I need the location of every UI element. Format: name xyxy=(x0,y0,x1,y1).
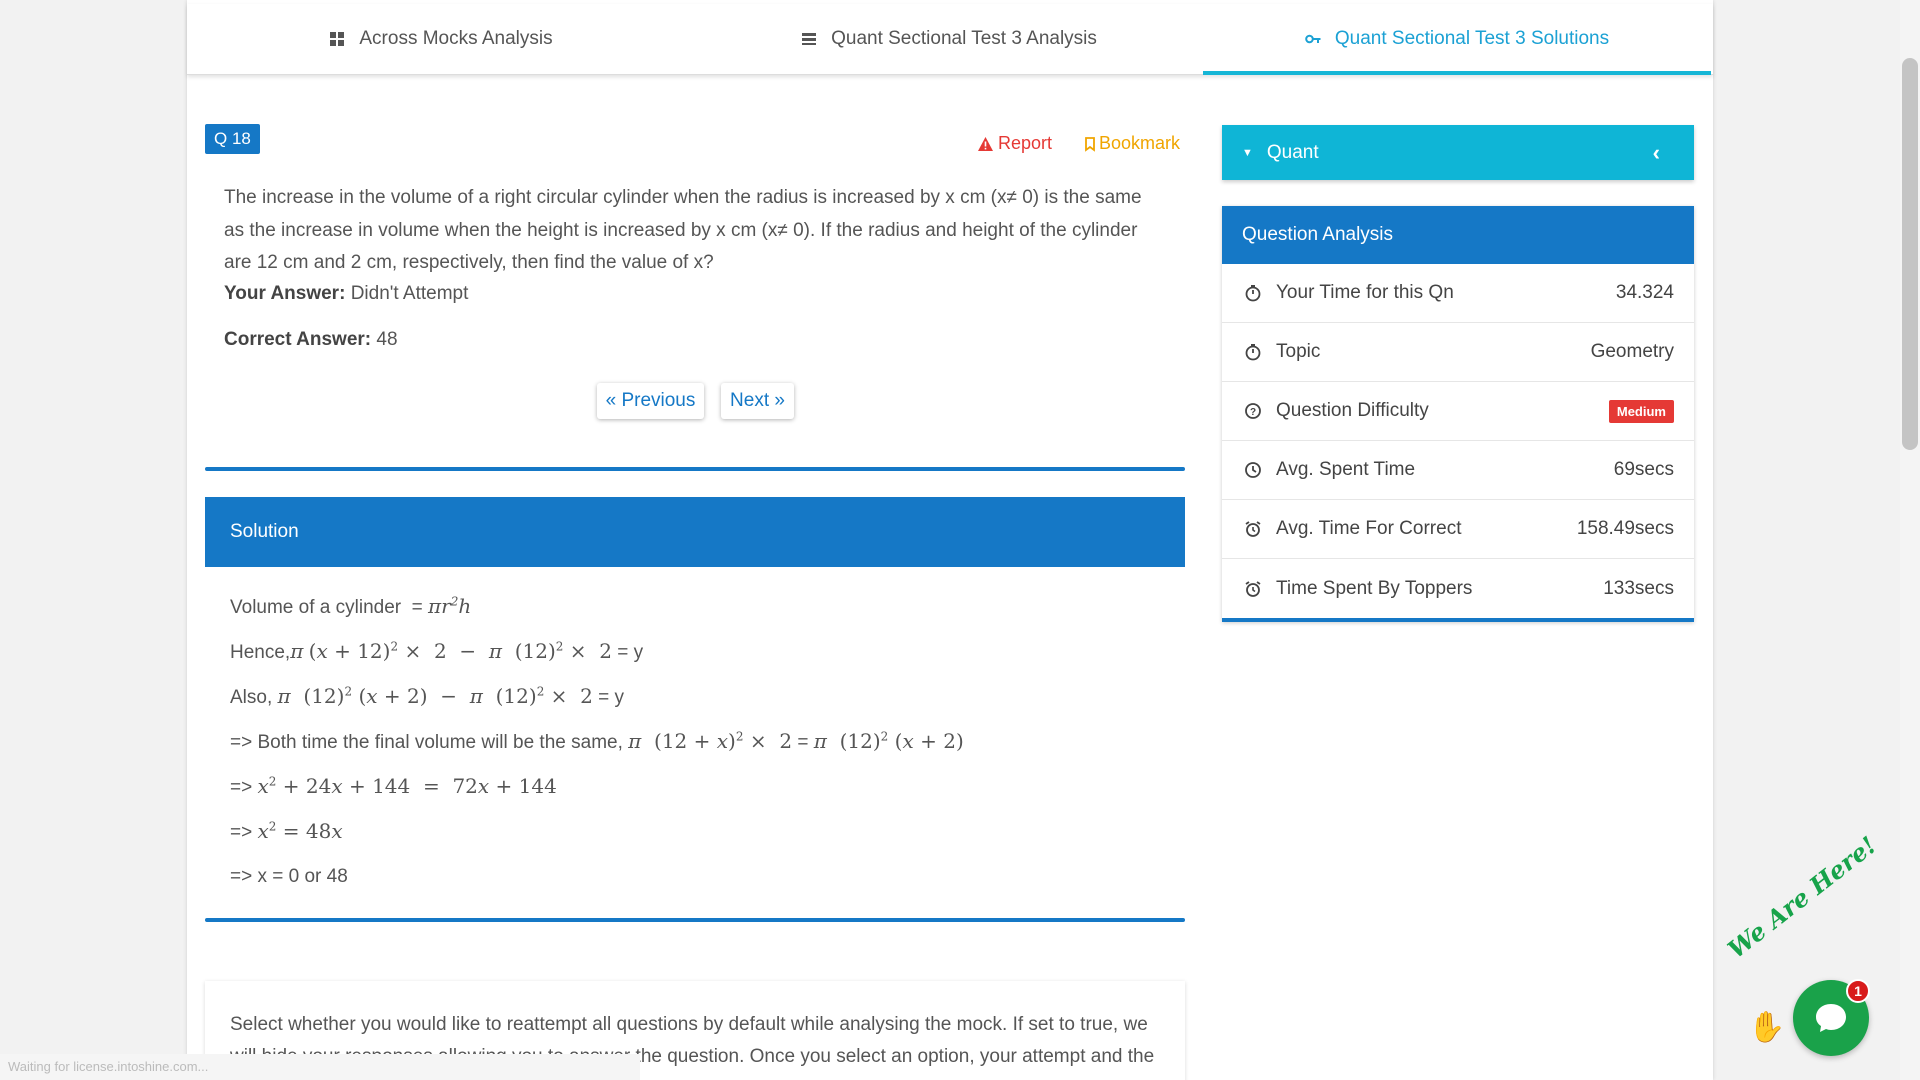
next-button[interactable]: Next » xyxy=(721,383,794,419)
analysis-value: 133secs xyxy=(1603,577,1674,599)
solution-header: Solution xyxy=(205,497,1185,567)
tab-quant-sectional-solutions[interactable]: Quant Sectional Test 3 Solutions xyxy=(1203,4,1711,75)
analysis-value: 69secs xyxy=(1613,459,1674,480)
caret-down-icon: ▼ xyxy=(1242,146,1253,159)
alarm-clock-icon xyxy=(1242,578,1264,600)
key-icon xyxy=(1305,34,1321,44)
solution-line-5: => x2 + 24x + 144 = 72x + 144 xyxy=(230,774,557,798)
correct-answer-value: 48 xyxy=(376,329,398,350)
tab-across-mocks-analysis[interactable]: Across Mocks Analysis xyxy=(187,4,695,74)
difficulty-badge: Medium xyxy=(1608,399,1674,423)
tab-label: Across Mocks Analysis xyxy=(359,28,553,49)
chevron-left-icon[interactable]: ‹ xyxy=(1653,140,1660,166)
analysis-label: Avg. Spent Time xyxy=(1276,459,1416,480)
warning-icon xyxy=(978,136,993,151)
analysis-row-avg-correct: Avg. Time For Correct 158.49secs xyxy=(1222,500,1694,559)
section-label: Quant xyxy=(1266,141,1319,163)
report-label: Report xyxy=(998,133,1053,153)
analysis-label: Your Time for this Qn xyxy=(1276,282,1454,303)
divider xyxy=(205,467,1185,471)
bookmark-label: Bookmark xyxy=(1099,133,1181,153)
divider xyxy=(205,918,1185,922)
solution-line-4: => Both time the final volume will be th… xyxy=(230,729,964,753)
correct-answer-label: Correct Answer: xyxy=(224,329,372,350)
bookmark-icon xyxy=(1085,136,1095,152)
page-container: Across Mocks Analysis Quant Sectional Te… xyxy=(187,0,1713,1080)
analysis-label: Topic xyxy=(1276,341,1321,362)
solution-line-2: Hence,π (x + 12)2 × 2 − π (12)2 × 2 = y xyxy=(230,639,644,663)
analysis-label: Time Spent By Toppers xyxy=(1276,577,1473,599)
analysis-tabs: Across Mocks Analysis Quant Sectional Te… xyxy=(187,4,1713,75)
analysis-value: 34.324 xyxy=(1615,282,1674,303)
analysis-label: Question Difficulty xyxy=(1276,400,1429,421)
question-number-badge: Q 18 xyxy=(205,124,260,154)
chat-notification-badge: 1 xyxy=(1846,979,1870,1003)
question-circle-icon: ? xyxy=(1242,400,1264,422)
chat-bubble-icon xyxy=(1816,1004,1846,1032)
solution-line-6: => x2 = 48x xyxy=(230,819,343,843)
your-answer-label: Your Answer: xyxy=(224,283,346,304)
solution-line-7: => x = 0 or 48 xyxy=(230,866,348,887)
analysis-value: Geometry xyxy=(1590,341,1674,362)
tab-quant-sectional-analysis[interactable]: Quant Sectional Test 3 Analysis xyxy=(695,4,1203,74)
analysis-row-your-time: Your Time for this Qn 34.324 xyxy=(1222,264,1694,323)
waving-hand-icon: ✋ xyxy=(1748,1011,1786,1044)
bookmark-button[interactable]: Bookmark xyxy=(1083,133,1180,154)
question-analysis-card: Question Analysis Your Time for this Qn … xyxy=(1222,206,1694,622)
analysis-row-toppers: Time Spent By Toppers 133secs xyxy=(1222,559,1694,618)
list-icon xyxy=(802,33,817,45)
analysis-value: 158.49secs xyxy=(1576,518,1674,539)
browser-status-bar: Waiting for license.intoshine.com... xyxy=(0,1054,640,1080)
stopwatch-icon xyxy=(1242,282,1264,304)
stopwatch-icon xyxy=(1242,341,1264,363)
alarm-clock-icon xyxy=(1242,518,1264,540)
analysis-label: Avg. Time For Correct xyxy=(1276,518,1462,539)
your-answer-value: Didn't Attempt xyxy=(350,283,469,304)
analysis-row-avg-spent: Avg. Spent Time 69secs xyxy=(1222,441,1694,500)
solution-line-1: Volume of a cylinder = πr2h xyxy=(230,594,472,618)
analysis-row-difficulty: ? Question Difficulty Medium xyxy=(1222,382,1694,441)
question-analysis-title: Question Analysis xyxy=(1222,206,1694,264)
analysis-row-topic: Topic Geometry xyxy=(1222,323,1694,382)
solution-line-3: Also, π (12)2 (x + 2) − π (12)2 × 2 = y xyxy=(230,684,625,708)
correct-answer: Correct Answer: 48 xyxy=(224,329,398,351)
report-button[interactable]: Report xyxy=(977,133,1052,154)
grid-icon xyxy=(330,32,345,46)
section-selector-quant[interactable]: ▼ Quant ‹ xyxy=(1222,125,1694,180)
clock-icon xyxy=(1242,459,1264,481)
question-text: The increase in the volume of a right ci… xyxy=(224,187,1142,273)
page-scrollbar-thumb[interactable] xyxy=(1902,58,1918,450)
tab-label: Quant Sectional Test 3 Analysis xyxy=(831,28,1097,49)
svg-text:?: ? xyxy=(1250,407,1256,418)
your-answer: Your Answer: Didn't Attempt xyxy=(224,283,468,305)
tab-label: Quant Sectional Test 3 Solutions xyxy=(1334,28,1610,49)
chat-tagline: We Are Here! xyxy=(1722,830,1882,964)
previous-button[interactable]: « Previous xyxy=(597,383,704,419)
